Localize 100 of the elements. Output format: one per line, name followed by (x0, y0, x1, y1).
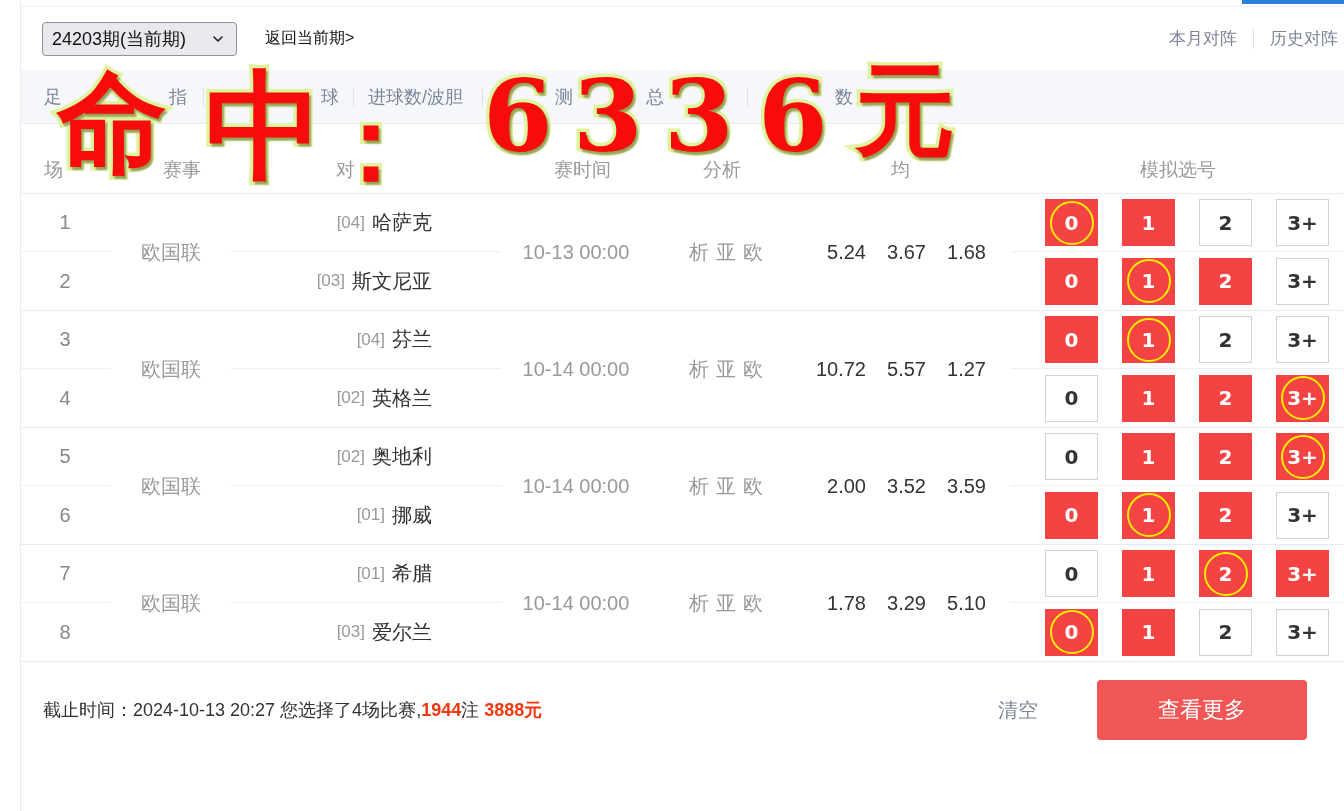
team-rank: [01] (356, 563, 385, 584)
pick-button[interactable]: 3+ (1276, 257, 1329, 305)
overlay-character: 3 (576, 76, 642, 159)
odds-value: 5.24 (826, 240, 866, 264)
pick-button[interactable]: 0 (1045, 257, 1098, 305)
pick-button[interactable]: 0 (1045, 491, 1098, 539)
match-number: 4 (59, 386, 71, 410)
odds-value: 1.27 (946, 357, 986, 381)
pick-button[interactable]: 0 (1045, 199, 1098, 246)
nav-tab[interactable]: 测 (555, 84, 573, 109)
pick-button[interactable]: 3+ (1276, 316, 1329, 363)
analysis-link[interactable]: 析 (689, 355, 709, 383)
analysis-link[interactable]: 欧 (743, 472, 763, 500)
pick-button[interactable]: 1 (1122, 257, 1175, 305)
pick-button[interactable]: 0 (1045, 316, 1098, 363)
pick-button[interactable]: 2 (1199, 199, 1252, 246)
pick-button[interactable]: 3+ (1276, 433, 1329, 480)
pick-button[interactable]: 3+ (1276, 374, 1329, 422)
kickoff-time: 10-13 00:00 (522, 240, 630, 264)
kickoff-time: 10-14 00:00 (522, 591, 630, 615)
team-rank: [01] (356, 505, 385, 525)
overlay-character: 6 (486, 76, 552, 159)
analysis-link[interactable]: 欧 (743, 589, 763, 617)
pick-button[interactable]: 2 (1199, 491, 1252, 539)
odds-value: 2.00 (826, 474, 866, 498)
pick-button[interactable]: 0 (1045, 374, 1098, 422)
league-name: 欧国联 (141, 473, 201, 499)
team-name: 挪威 (392, 502, 432, 528)
pick-button[interactable]: 2 (1199, 257, 1252, 305)
header-link[interactable]: 历史对阵 (1270, 27, 1338, 50)
odds-value: 3.52 (886, 474, 926, 498)
nav-tab[interactable]: 球 (321, 84, 339, 109)
analysis-link[interactable]: 欧 (743, 238, 763, 266)
header-link[interactable]: 本月对阵 (1169, 27, 1237, 50)
team-name: 奥地利 (372, 444, 432, 469)
team-rank: [02] (336, 388, 365, 408)
overlay-character: 6 (761, 76, 827, 159)
team-rank: [04] (356, 329, 385, 350)
analysis-link[interactable]: 亚 (716, 472, 736, 500)
pick-button[interactable]: 0 (1045, 608, 1098, 656)
pick-button[interactable]: 2 (1199, 316, 1252, 363)
analysis-link[interactable]: 亚 (716, 238, 736, 266)
kickoff-time: 10-14 00:00 (522, 357, 630, 381)
team-rank: [04] (336, 212, 365, 233)
back-link[interactable]: 返回当前期> (265, 28, 355, 49)
pick-button[interactable]: 1 (1122, 199, 1175, 246)
pick-button[interactable]: 1 (1122, 491, 1175, 539)
pick-button[interactable]: 2 (1199, 374, 1252, 422)
pick-button[interactable]: 2 (1199, 608, 1252, 656)
pick-button[interactable]: 1 (1122, 316, 1175, 363)
match-number: 2 (59, 269, 71, 293)
analysis-link[interactable]: 亚 (716, 589, 736, 617)
analysis-link[interactable]: 析 (689, 589, 709, 617)
analysis-link[interactable]: 析 (689, 472, 709, 500)
nav-tab[interactable]: 总 (646, 84, 664, 109)
nav-tab[interactable]: 指 (169, 84, 187, 109)
pick-button[interactable]: 3+ (1276, 550, 1329, 597)
match-number: 7 (59, 562, 71, 585)
pick-button[interactable]: 2 (1199, 550, 1252, 597)
column-header: 对 (336, 158, 355, 182)
pick-button[interactable]: 0 (1045, 550, 1098, 597)
pick-button[interactable]: 2 (1199, 433, 1252, 480)
odds-value: 3.59 (946, 474, 986, 498)
column-header: 赛时间 (554, 158, 611, 182)
pick-button[interactable]: 1 (1122, 608, 1175, 656)
match-number: 6 (59, 503, 71, 527)
pick-button[interactable]: 1 (1122, 374, 1175, 422)
league-name: 欧国联 (141, 239, 201, 265)
odds-value: 3.29 (886, 591, 926, 615)
team-name: 英格兰 (372, 385, 432, 411)
analysis-link[interactable]: 亚 (716, 355, 736, 383)
view-more-button[interactable]: 查看更多 (1097, 680, 1307, 740)
team-name: 哈萨克 (372, 210, 432, 235)
team-rank: [02] (336, 446, 365, 467)
league-name: 欧国联 (141, 356, 201, 382)
league-name: 欧国联 (141, 590, 201, 616)
odds-value: 1.78 (826, 591, 866, 615)
column-header: 分析 (703, 158, 741, 182)
team-name: 希腊 (392, 561, 432, 586)
pick-button[interactable]: 1 (1122, 433, 1175, 480)
match-number: 1 (59, 211, 71, 234)
clear-link[interactable]: 清空 (998, 696, 1038, 724)
match-number: 3 (59, 328, 71, 351)
team-rank: [03] (336, 622, 365, 642)
pick-button[interactable]: 3+ (1276, 199, 1329, 246)
match-number: 5 (59, 445, 71, 468)
issue-select[interactable]: 24203期(当前期) (42, 21, 237, 56)
team-name: 芬兰 (392, 327, 432, 352)
analysis-link[interactable]: 欧 (743, 355, 763, 383)
match-number: 8 (59, 620, 71, 644)
nav-tab[interactable]: 数 (835, 84, 853, 109)
column-header: 模拟选号 (1140, 158, 1216, 182)
analysis-link[interactable]: 析 (689, 238, 709, 266)
odds-value: 5.57 (886, 357, 926, 381)
pick-button[interactable]: 3+ (1276, 491, 1329, 539)
team-name: 斯文尼亚 (352, 268, 432, 294)
summary-text: 截止时间：2024-10-13 20:27 您选择了4场比赛,1944注 3888元 (43, 699, 543, 722)
pick-button[interactable]: 3+ (1276, 608, 1329, 656)
pick-button[interactable]: 1 (1122, 550, 1175, 597)
pick-button[interactable]: 0 (1045, 433, 1098, 480)
